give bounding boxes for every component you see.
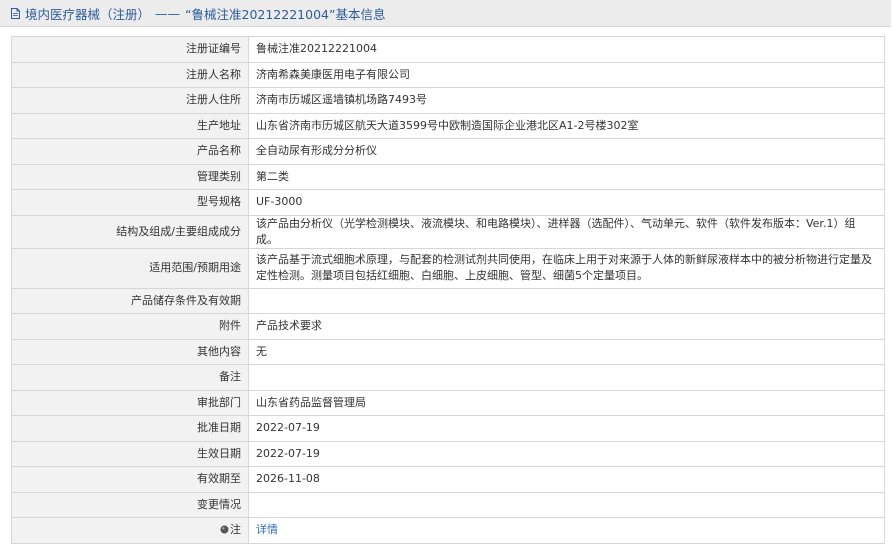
field-label: 审批部门 <box>11 389 249 416</box>
field-value <box>248 491 885 518</box>
field-value: 山东省济南市历城区航天大道3599号中欧制造国际企业港北区A1-2号楼302室 <box>248 112 885 139</box>
table-row: 结构及组成/主要组成成分 该产品由分析仪（光学检测模块、液流模块、和电路模块）、进… <box>11 214 885 249</box>
note-label-cell: 注 <box>11 517 249 544</box>
table-row: 生产地址 山东省济南市历城区航天大道3599号中欧制造国际企业港北区A1-2号楼3… <box>11 112 885 139</box>
field-label: 批准日期 <box>11 415 249 442</box>
table-row: 有效期至 2026-11-08 <box>11 466 885 493</box>
note-value-cell: 详情 <box>248 517 885 544</box>
header-separator: —— <box>155 5 181 21</box>
table-row: 管理类别 第二类 <box>11 163 885 190</box>
field-value: 2022-07-19 <box>248 415 885 442</box>
details-link[interactable]: 详情 <box>256 523 278 536</box>
field-label: 结构及组成/主要组成成分 <box>11 214 249 249</box>
field-value: 该产品由分析仪（光学检测模块、液流模块、和电路模块）、进样器（选配件）、气动单元… <box>248 214 885 249</box>
table-row: 适用范围/预期用途 该产品基于流式细胞术原理，与配套的检测试剂共同使用，在临床上用… <box>11 247 885 289</box>
page-header: 境内医疗器械（注册） —— “鲁械注准20212221004”基本信息 <box>0 0 891 27</box>
field-value: 无 <box>248 338 885 365</box>
field-value <box>248 364 885 391</box>
field-value: 第二类 <box>248 163 885 190</box>
table-row: 审批部门 山东省药品监督管理局 <box>11 389 885 416</box>
field-label: 产品储存条件及有效期 <box>11 287 249 314</box>
header-category: 境内医疗器械（注册） <box>25 6 151 22</box>
table-row: 批准日期 2022-07-19 <box>11 415 885 442</box>
table-row-note: 注 详情 <box>11 517 885 544</box>
field-value: UF-3000 <box>248 189 885 216</box>
table-row: 注册证编号 鲁械注准20212221004 <box>11 36 885 63</box>
field-label: 生效日期 <box>11 440 249 467</box>
note-icon <box>220 523 229 534</box>
field-label: 其他内容 <box>11 338 249 365</box>
table-row: 变更情况 <box>11 491 885 518</box>
field-value: 2026-11-08 <box>248 466 885 493</box>
table-row: 型号规格 UF-3000 <box>11 189 885 216</box>
field-value: 山东省药品监督管理局 <box>248 389 885 416</box>
field-label: 生产地址 <box>11 112 249 139</box>
table-row: 附件 产品技术要求 <box>11 313 885 340</box>
field-value: 产品技术要求 <box>248 313 885 340</box>
table-row: 备注 <box>11 364 885 391</box>
field-label: 型号规格 <box>11 189 249 216</box>
field-label: 管理类别 <box>11 163 249 190</box>
table-row: 注册人名称 济南希森美康医用电子有限公司 <box>11 61 885 88</box>
table-row: 产品名称 全自动尿有形成分分析仪 <box>11 138 885 165</box>
field-label: 附件 <box>11 313 249 340</box>
field-label: 有效期至 <box>11 466 249 493</box>
field-value: 全自动尿有形成分分析仪 <box>248 138 885 165</box>
field-value <box>248 287 885 314</box>
field-value: 济南希森美康医用电子有限公司 <box>248 61 885 88</box>
table-row: 生效日期 2022-07-19 <box>11 440 885 467</box>
field-value: 该产品基于流式细胞术原理，与配套的检测试剂共同使用，在临床上用于对来源于人体的新… <box>248 247 885 289</box>
field-value: 2022-07-19 <box>248 440 885 467</box>
header-subject: “鲁械注准20212221004”基本信息 <box>185 6 386 22</box>
field-label: 注册人名称 <box>11 61 249 88</box>
field-label: 备注 <box>11 364 249 391</box>
table-row: 产品储存条件及有效期 <box>11 287 885 314</box>
table-row: 其他内容无 <box>11 338 885 365</box>
field-label: 注册人住所 <box>11 87 249 114</box>
field-label: 变更情况 <box>11 491 249 518</box>
field-label: 注册证编号 <box>11 36 249 63</box>
field-value: 鲁械注准20212221004 <box>248 36 885 63</box>
note-label: 注 <box>230 523 241 537</box>
field-value: 济南市历城区遥墙镇机场路7493号 <box>248 87 885 114</box>
field-label: 产品名称 <box>11 138 249 165</box>
document-icon <box>9 7 22 20</box>
table-row: 注册人住所 济南市历城区遥墙镇机场路7493号 <box>11 87 885 114</box>
device-info-table: 注册证编号 鲁械注准20212221004 注册人名称 济南希森美康医用电子有限公司注… <box>11 36 885 544</box>
field-label: 适用范围/预期用途 <box>11 247 249 289</box>
